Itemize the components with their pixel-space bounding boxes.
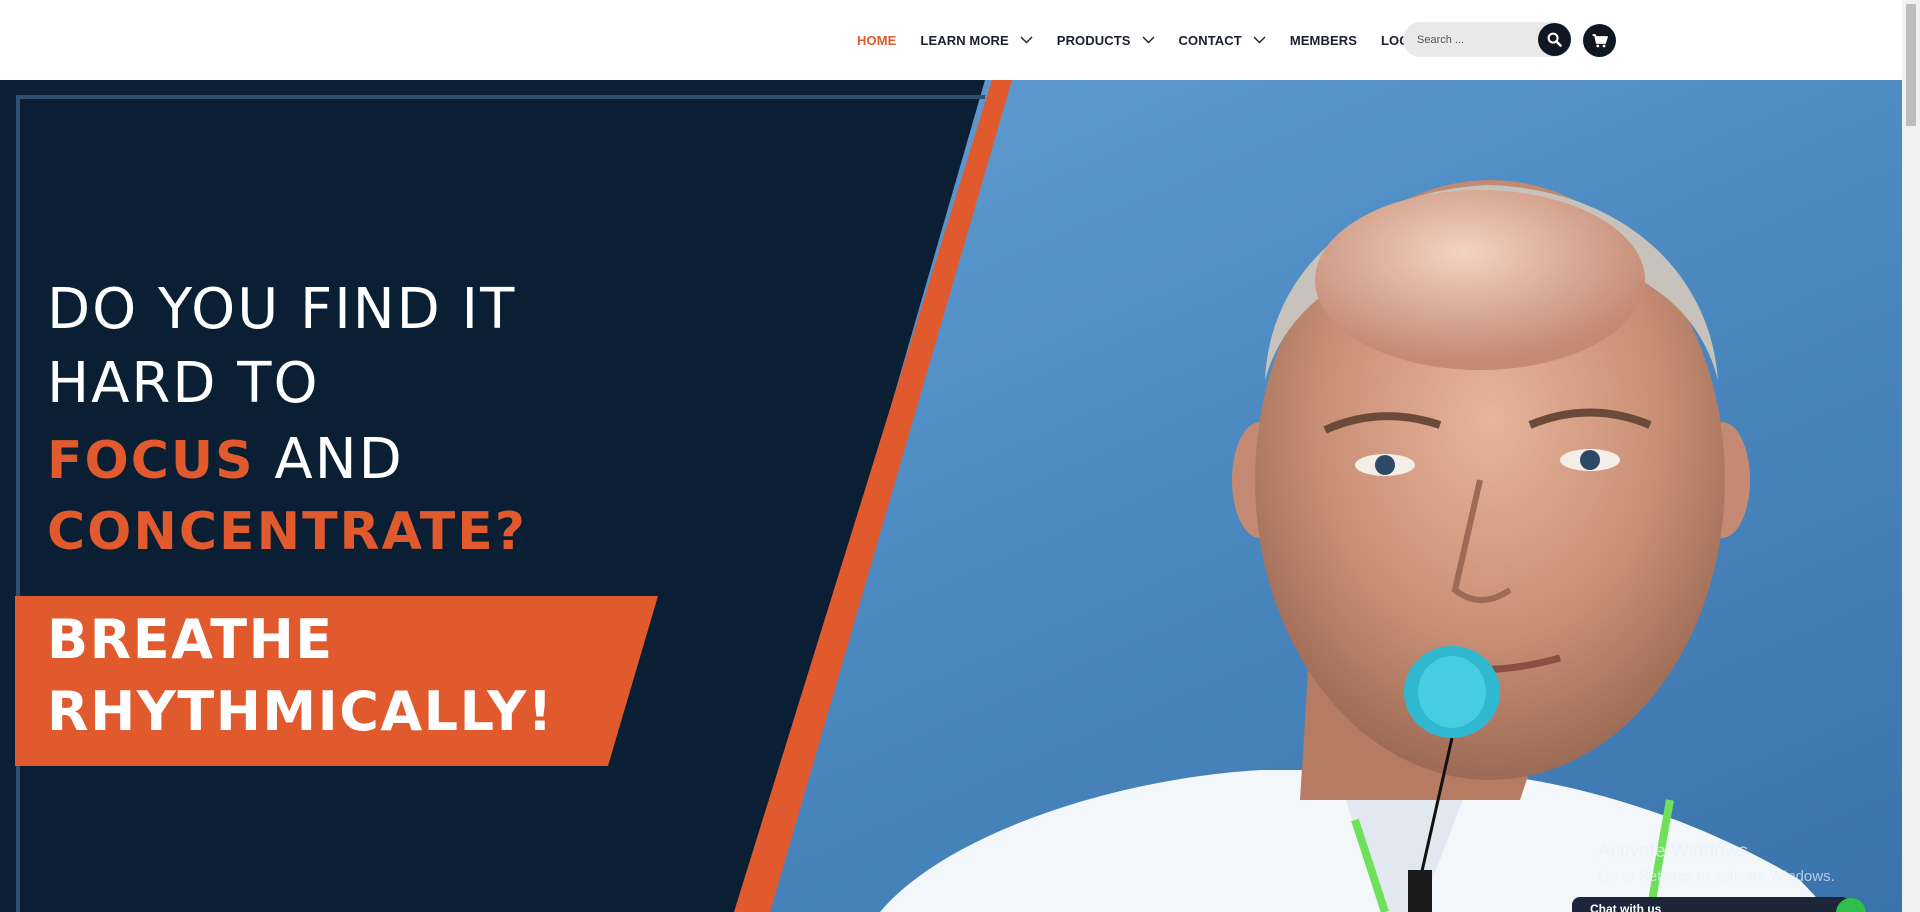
nav-item-learn-more[interactable]: LEARN MORE (920, 32, 1033, 48)
search-box (1403, 22, 1571, 57)
cart-icon (1592, 33, 1608, 47)
main-nav: HOME LEARN MORE PRODUCTS CONTACT MEMBERS… (857, 0, 1426, 80)
page-scrollbar[interactable] (1902, 0, 1920, 912)
hero-banner: DO YOU FIND IT HARD TO FOCUS AND CONCENT… (0, 80, 1902, 912)
cta-line-2: RHYTHMICALLY! (47, 680, 554, 743)
chevron-down-icon (1020, 36, 1033, 44)
nav-item-label: HOME (857, 32, 897, 48)
nav-item-label: CONTACT (1178, 32, 1242, 48)
headline-line-2: HARD TO (47, 351, 320, 416)
chat-widget[interactable]: Chat with us (1572, 897, 1850, 912)
scrollbar-thumb[interactable] (1906, 4, 1916, 126)
nav-item-label: MEMBERS (1289, 32, 1357, 48)
search-button[interactable] (1538, 23, 1571, 56)
chevron-down-icon (1253, 36, 1266, 44)
cart-button[interactable] (1583, 24, 1616, 57)
headline-line-4: CONCENTRATE? (47, 502, 527, 562)
search-icon (1547, 32, 1562, 47)
nav-item-contact[interactable]: CONTACT (1179, 33, 1266, 48)
activate-windows-subtitle: Go to Settings to activate Windows. (1598, 868, 1835, 885)
headline-and: AND (254, 427, 404, 492)
site-header: HOME LEARN MORE PRODUCTS CONTACT MEMBERS… (0, 0, 1902, 80)
headline-line-3: FOCUS AND (47, 427, 404, 492)
cta-line-1: BREATHE (47, 608, 334, 671)
search-input[interactable] (1417, 22, 1537, 57)
chat-widget-label: Chat with us (1590, 902, 1662, 912)
nav-item-label: LEARN MORE (920, 32, 1009, 48)
hero-photo (0, 80, 1902, 912)
headline-highlight-focus: FOCUS (47, 431, 255, 491)
activate-windows-title: Activate Windows (1598, 841, 1748, 862)
nav-item-products[interactable]: PRODUCTS (1057, 33, 1155, 48)
nav-item-members[interactable]: MEMBERS (1290, 33, 1357, 48)
headline-line-1: DO YOU FIND IT (47, 277, 517, 342)
nav-item-home[interactable]: HOME (857, 33, 896, 48)
nav-item-label: PRODUCTS (1056, 32, 1131, 48)
chevron-down-icon (1142, 36, 1155, 44)
